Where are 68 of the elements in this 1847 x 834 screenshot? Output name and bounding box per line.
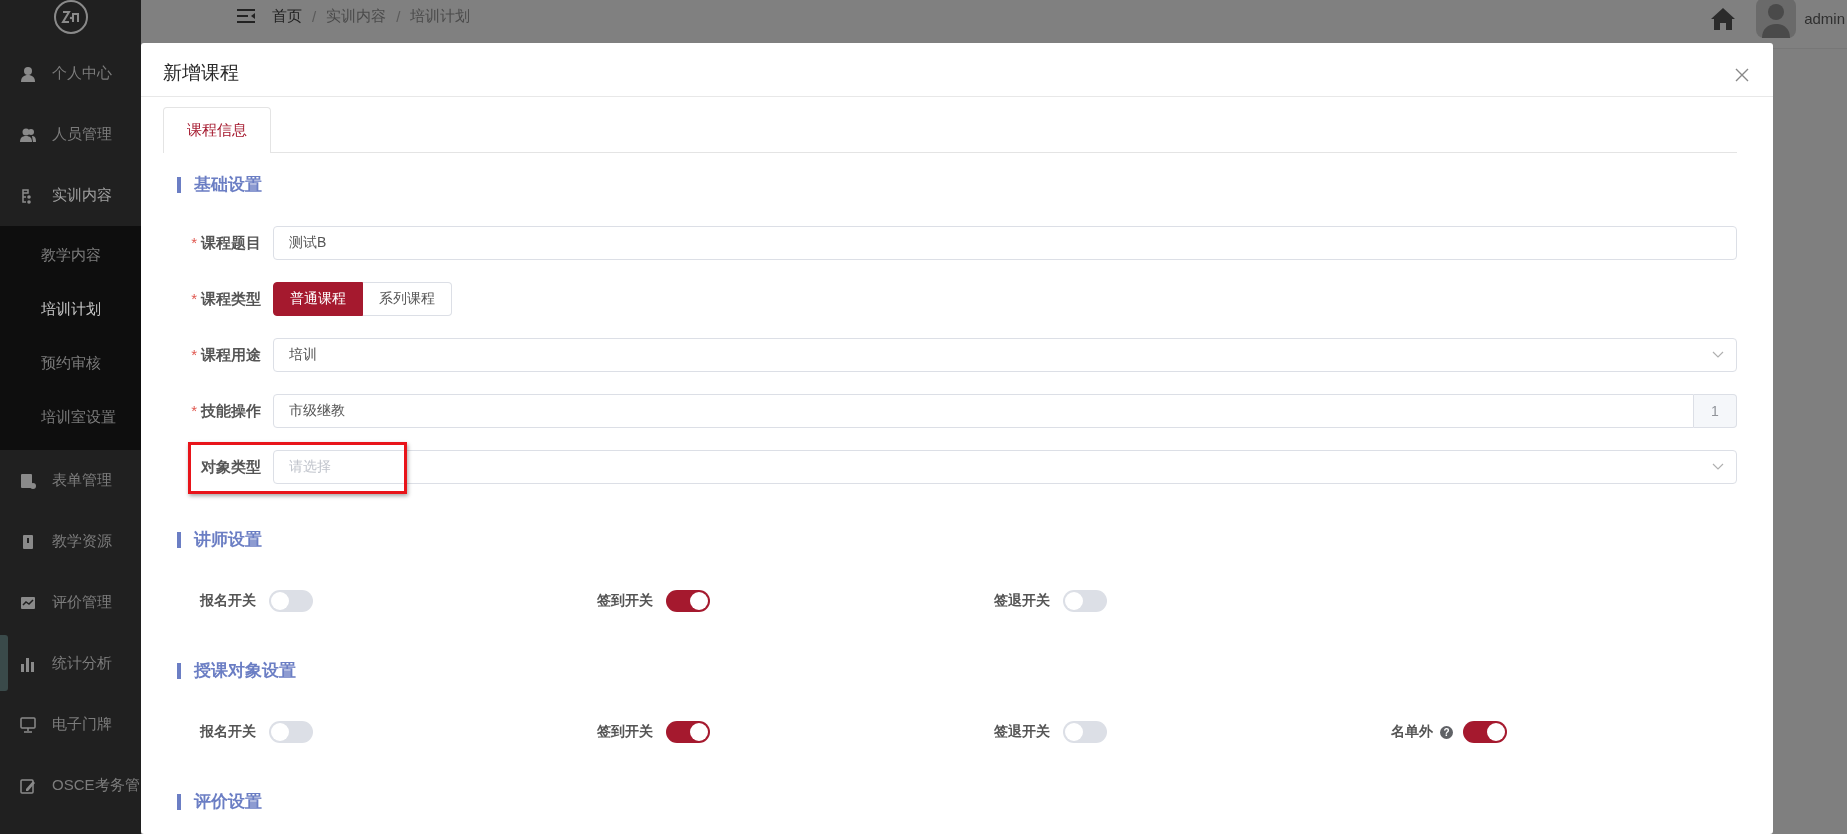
field-label: 课程类型	[201, 289, 261, 309]
sidebar-item[interactable]: 电子门牌	[0, 694, 141, 755]
switch-label: 签到开关	[597, 723, 653, 741]
toggle-switch[interactable]	[666, 721, 710, 743]
user-name[interactable]: admin	[1804, 9, 1845, 27]
sidebar-item[interactable]: 统计分析	[0, 633, 141, 694]
breadcrumb-separator: /	[396, 7, 401, 25]
edit-icon	[20, 777, 36, 794]
breadcrumb-separator: /	[312, 7, 317, 25]
switch-label: 报名开关	[200, 723, 256, 741]
toggle-switch[interactable]	[269, 590, 313, 612]
monitor-icon	[20, 716, 36, 733]
select-field[interactable]: 培训	[273, 338, 1737, 372]
sidebar-item[interactable]: 实训内容	[0, 165, 141, 226]
toggle-switch[interactable]	[666, 590, 710, 612]
radio-button[interactable]: 普通课程	[273, 282, 363, 316]
help-icon[interactable]: ?	[1440, 725, 1453, 739]
section-title: 授课对象设置	[177, 663, 1737, 679]
required-mark: *	[191, 401, 197, 421]
form-icon	[20, 472, 36, 489]
sidebar-item[interactable]: 表单管理	[0, 450, 141, 511]
field-label: 对象类型	[201, 457, 261, 477]
book-icon	[20, 533, 36, 550]
section-title: 评价设置	[177, 794, 1737, 810]
breadcrumb-link[interactable]: 首页	[272, 6, 302, 26]
submenu-item[interactable]: 预约审核	[0, 336, 141, 390]
tab[interactable]: 课程信息	[163, 107, 271, 153]
field-label: 课程用途	[201, 345, 261, 365]
chevron-down-icon	[1712, 351, 1724, 359]
dialog-title: 新增课程	[163, 60, 239, 85]
switch-label: 签到开关	[597, 592, 653, 610]
section-title: 讲师设置	[177, 532, 1737, 548]
toggle-switch[interactable]	[1063, 590, 1107, 612]
sidebar-item[interactable]: OSCE考务管	[0, 755, 141, 816]
switch-label: 报名开关	[200, 592, 256, 610]
input-addon: 1	[1694, 394, 1737, 428]
people-icon	[20, 126, 36, 143]
field-label: 课程题目	[201, 233, 261, 253]
toggle-switch[interactable]	[269, 721, 313, 743]
toggle-switch[interactable]	[1063, 721, 1107, 743]
home-icon[interactable]	[1710, 7, 1737, 31]
required-mark: *	[191, 233, 197, 253]
required-mark: *	[191, 289, 197, 309]
sidebar-item[interactable]: 教学资源	[0, 511, 141, 572]
logo-icon	[52, 0, 89, 35]
submenu-item[interactable]: 培训室设置	[0, 390, 141, 444]
field-label: 技能操作	[201, 401, 261, 421]
chart-icon	[20, 594, 36, 611]
person-icon	[20, 65, 36, 82]
bar-chart-icon	[20, 655, 36, 672]
sidebar-item[interactable]: 人员管理	[0, 104, 141, 165]
switch-label: 签退开关	[994, 723, 1050, 741]
text-field[interactable]: 测试B	[273, 226, 1737, 260]
avatar-icon[interactable]	[1756, 0, 1797, 38]
radio-button[interactable]: 系列课程	[363, 282, 452, 316]
switch-label: 签退开关	[994, 592, 1050, 610]
sidebar-item[interactable]: 评价管理	[0, 572, 141, 633]
submenu-item[interactable]: 教学内容	[0, 228, 141, 282]
toggle-switch[interactable]	[1463, 721, 1507, 743]
section-title: 基础设置	[177, 177, 1737, 193]
switch-label: 名单外	[1391, 723, 1433, 741]
chevron-down-icon	[1712, 463, 1724, 471]
submenu-item[interactable]: 培训计划	[0, 282, 141, 336]
close-icon[interactable]	[1735, 67, 1749, 82]
sidebar-item[interactable]: 个人中心	[0, 43, 141, 104]
text-field[interactable]: 市级继教	[273, 394, 1694, 428]
required-mark: *	[191, 345, 197, 365]
menu-icon[interactable]	[236, 8, 256, 24]
